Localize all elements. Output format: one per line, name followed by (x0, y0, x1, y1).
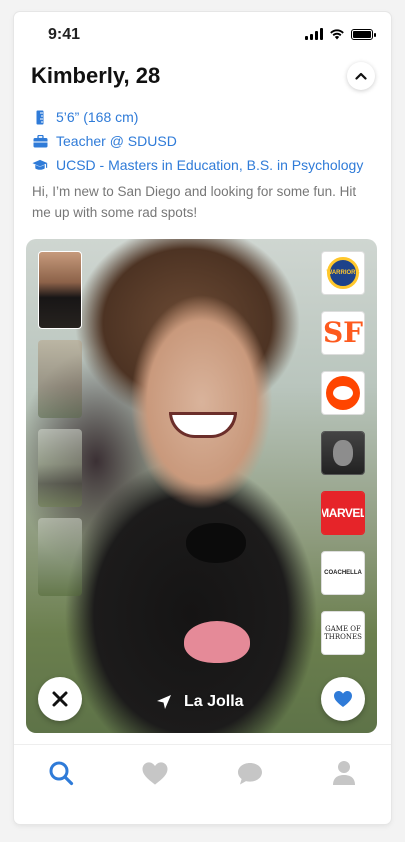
photo-thumbnail-strip (38, 251, 84, 607)
cellular-signal-icon (305, 28, 323, 40)
photo-detail-dog-nose (186, 523, 246, 563)
tab-profile[interactable] (319, 753, 369, 793)
coachella-logo-icon: COACHELLA (324, 570, 362, 576)
ruler-icon (32, 109, 48, 125)
interest-game-of-thrones-logo[interactable]: GAME OF THRONES (321, 611, 365, 655)
interest-eminem-photo[interactable] (321, 431, 365, 475)
graduation-cap-icon (32, 157, 48, 173)
phone-screen: 9:41 Kimberly, 28 5’6” (168 cm) Teacher … (14, 12, 391, 824)
tab-likes[interactable] (130, 753, 180, 793)
chat-bubble-icon (237, 762, 262, 784)
wifi-icon (330, 29, 344, 40)
photo-detail-smile (169, 412, 237, 438)
search-icon (49, 761, 74, 786)
photo-thumbnail-2[interactable] (38, 340, 82, 418)
bottom-tab-bar (14, 744, 391, 801)
interest-reddit-logo[interactable] (321, 371, 365, 415)
height-text: 5’6” (168 cm) (56, 109, 139, 125)
chevron-up-icon (355, 72, 367, 80)
dislike-button[interactable] (38, 677, 82, 721)
heart-icon (334, 691, 352, 707)
photo-detail-dog-tongue (184, 621, 250, 663)
height-row: 5’6” (168 cm) (32, 105, 375, 129)
briefcase-icon (32, 133, 48, 149)
job-row: Teacher @ SDUSD (32, 129, 375, 153)
sf-giants-logo-icon: SF (322, 316, 364, 349)
job-text: Teacher @ SDUSD (56, 133, 177, 149)
interest-strip: WARRIORS SF MARVEL COACHELLA GAME OF THR… (321, 251, 365, 671)
interest-coachella-logo[interactable]: COACHELLA (321, 551, 365, 595)
marvel-logo-icon: MARVEL (322, 492, 364, 534)
tab-search[interactable] (36, 753, 86, 793)
tab-messages[interactable] (225, 753, 275, 793)
profile-photo[interactable]: WARRIORS SF MARVEL COACHELLA GAME OF THR… (26, 239, 377, 733)
photo-thumbnail-1[interactable] (38, 251, 82, 329)
like-button[interactable] (321, 677, 365, 721)
heart-icon (142, 761, 168, 785)
reddit-logo-icon (326, 376, 360, 410)
location-label: La Jolla (156, 693, 244, 711)
profile-header: Kimberly, 28 (31, 62, 375, 92)
bio-text: Hi, I’m new to San Diego and looking for… (32, 184, 357, 220)
status-icons (305, 28, 376, 40)
game-of-thrones-logo-icon: GAME OF THRONES (324, 625, 362, 641)
location-arrow-icon (156, 694, 172, 710)
status-bar: 9:41 (14, 12, 391, 56)
profile-name-age: Kimberly, 28 (31, 63, 161, 88)
interest-marvel-logo[interactable]: MARVEL (321, 491, 365, 535)
warriors-logo-icon: WARRIORS (327, 257, 360, 289)
status-time: 9:41 (48, 26, 81, 43)
photo-thumbnail-3[interactable] (38, 429, 82, 507)
location-text: La Jolla (184, 693, 244, 710)
interest-sf-giants-logo[interactable]: SF (321, 311, 365, 355)
collapse-button[interactable] (347, 62, 375, 90)
education-row: UCSD - Masters in Education, B.S. in Psy… (32, 153, 375, 177)
battery-icon (351, 28, 376, 40)
person-icon (332, 761, 355, 785)
eminem-photo-icon (322, 432, 364, 474)
close-icon (52, 691, 68, 707)
interest-warriors-logo[interactable]: WARRIORS (321, 251, 365, 295)
education-text: UCSD - Masters in Education, B.S. in Psy… (56, 157, 364, 173)
profile-details: 5’6” (168 cm) Teacher @ SDUSD UCSD - Mas… (32, 105, 375, 223)
photo-thumbnail-4[interactable] (38, 518, 82, 596)
